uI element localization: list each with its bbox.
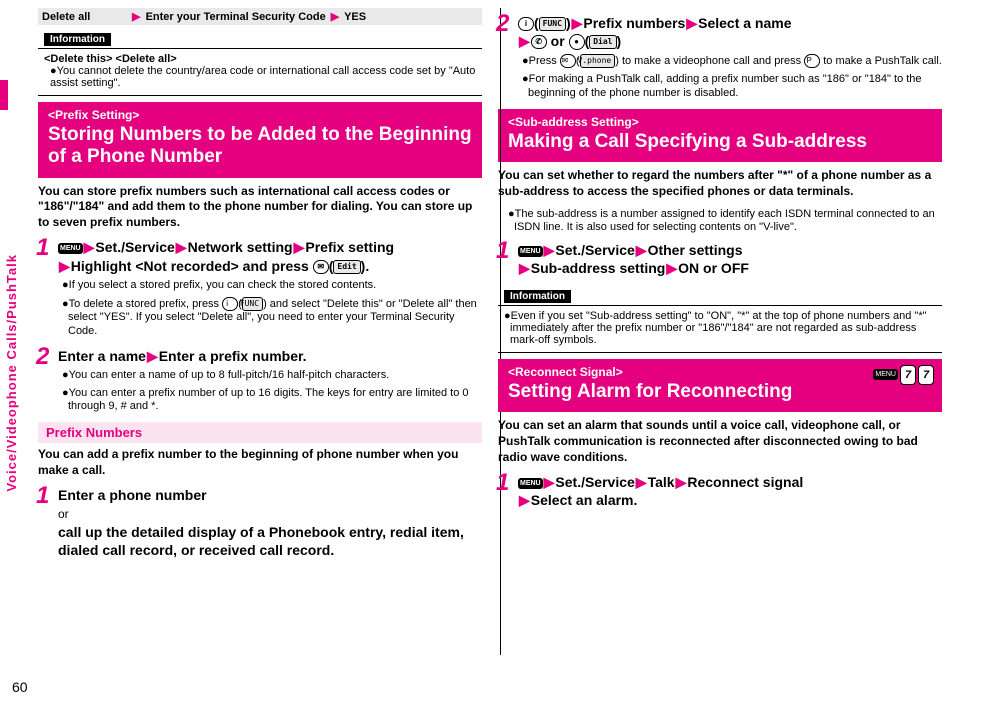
left-column: Delete all ▶ Enter your Terminal Securit… <box>30 8 490 567</box>
mail-key-icon: ✉ <box>560 54 576 68</box>
i-key-icon: i <box>518 17 534 31</box>
info-tag: Information <box>44 33 111 46</box>
prefix-step-2: 2 Enter a name▶Enter a prefix number. ●Y… <box>38 347 482 414</box>
column-divider <box>500 8 501 655</box>
feature-tag: <Reconnect Signal> <box>508 365 932 379</box>
subaddress-step-1: 1 MENU▶Set./Service▶Other settings ▶Sub-… <box>498 241 942 277</box>
prefix-step-1: 1 MENU▶Set./Service▶Network setting▶Pref… <box>38 238 482 338</box>
prefix-intro: You can store prefix numbers such as int… <box>38 184 482 231</box>
feature-title: Setting Alarm for Reconnecting <box>508 381 792 402</box>
feature-title: Making a Call Specifying a Sub-address <box>508 131 867 152</box>
menu-icon: MENU <box>518 478 543 489</box>
nav-key-icon: ● <box>569 34 585 50</box>
r-step2-main: i(FUNC)▶Prefix numbers▶Select a name ▶✆ … <box>518 14 942 50</box>
step2-sub2: ●You can enter a prefix number of up to … <box>66 387 482 415</box>
section-tab-label: Voice/Videophone Calls/PushTalk <box>4 254 19 492</box>
or-text: or <box>58 507 482 521</box>
func-softkey-icon: FUNC <box>539 17 566 31</box>
arrow-icon: ▶ <box>329 11 341 23</box>
step-number-icon: 1 <box>496 469 509 497</box>
r-step2-sub1: ●Press ✉(V.phone) to make a videophone c… <box>526 54 942 69</box>
key-7-icon: 7 <box>918 365 934 385</box>
right-step-2: 2 i(FUNC)▶Prefix numbers▶Select a name ▶… <box>498 14 942 101</box>
reconnect-intro: You can set an alarm that sounds until a… <box>498 418 942 465</box>
step2-main: Enter a name▶Enter a prefix number. <box>58 347 482 365</box>
pn-step1-alt: call up the detailed display of a Phoneb… <box>58 523 482 559</box>
sa-step1-main: MENU▶Set./Service▶Other settings ▶Sub-ad… <box>518 241 942 277</box>
step1-sub1: ●If you select a stored prefix, you can … <box>66 279 482 293</box>
vphone-softkey-icon: V.phone <box>580 54 616 68</box>
or-text: or <box>551 33 565 49</box>
feature-title: Storing Numbers to be Added to the Begin… <box>48 124 472 167</box>
call-key-icon: ✆ <box>531 35 547 49</box>
func-softkey-icon: FUNC <box>242 297 263 311</box>
info-subhead: <Delete this> <Delete all> <box>44 53 476 65</box>
info-body-text: ●Even if you set "Sub-address setting" t… <box>504 310 927 346</box>
i-key-icon: i <box>222 297 238 311</box>
info-body-text: ●You cannot delete the country/area code… <box>50 65 475 89</box>
step-number-icon: 1 <box>36 234 49 262</box>
menu-icon: MENU <box>518 246 543 257</box>
prefix-numbers-intro: You can add a prefix number to the begin… <box>38 447 482 478</box>
arrow-icon: ▶ <box>130 11 142 23</box>
bar-yes: YES <box>344 11 366 23</box>
bar-enter-code: Enter your Terminal Security Code <box>146 11 326 23</box>
reconnect-step-1: 1 MENU▶Set./Service▶Talk▶Reconnect signa… <box>498 473 942 509</box>
step-number-icon: 2 <box>496 10 509 38</box>
step-number-icon: 1 <box>36 482 49 510</box>
key-7-icon: 7 <box>900 365 916 385</box>
reconnect-header: <Reconnect Signal> Setting Alarm for Rec… <box>498 359 942 413</box>
menu-icon: MENU <box>873 369 898 380</box>
prefix-numbers-subhead: Prefix Numbers <box>38 422 482 443</box>
pn-step1-main: Enter a phone number <box>58 486 482 504</box>
section-tab: Voice/Videophone Calls/PushTalk <box>0 110 22 635</box>
shortcut-badge: MENU 7 7 <box>873 365 934 385</box>
info-block-delete: Information <Delete this> <Delete all> ●… <box>38 29 482 96</box>
subaddress-header: <Sub-address Setting> Making a Call Spec… <box>498 109 942 163</box>
ptt-key-icon: P <box>804 54 820 68</box>
edit-softkey-icon: Edit <box>333 260 360 274</box>
step2-sub1: ●You can enter a name of up to 8 full-pi… <box>66 369 482 383</box>
info-block-subaddr: Information ●Even if you set "Sub-addres… <box>498 286 942 353</box>
r-step2-sub2: ●For making a PushTalk call, adding a pr… <box>526 73 942 101</box>
dial-softkey-icon: Dial <box>589 35 616 49</box>
step-number-icon: 2 <box>36 343 49 371</box>
subaddress-bullet: ●The sub-address is a number assigned to… <box>502 208 942 236</box>
info-tag: Information <box>504 290 571 303</box>
prefix-numbers-step-1: 1 Enter a phone number or call up the de… <box>38 486 482 559</box>
mail-key-icon: ✉ <box>313 260 329 274</box>
rc-step1-main: MENU▶Set./Service▶Talk▶Reconnect signal … <box>518 473 942 509</box>
step1-main: MENU▶Set./Service▶Network setting▶Prefix… <box>58 238 482 274</box>
page-number: 60 <box>12 679 28 695</box>
feature-tag: <Sub-address Setting> <box>508 115 932 129</box>
subaddress-intro: You can set whether to regard the number… <box>498 168 942 199</box>
prefix-setting-header: <Prefix Setting> Storing Numbers to be A… <box>38 102 482 178</box>
step-number-icon: 1 <box>496 237 509 265</box>
feature-tag: <Prefix Setting> <box>48 108 472 122</box>
step1-sub2: ●To delete a stored prefix, press i(FUNC… <box>66 297 482 339</box>
bar-delete-all: Delete all <box>42 11 90 23</box>
right-column: 2 i(FUNC)▶Prefix numbers▶Select a name ▶… <box>490 8 950 567</box>
menu-icon: MENU <box>58 243 83 254</box>
delete-all-bar: Delete all ▶ Enter your Terminal Securit… <box>38 8 482 25</box>
